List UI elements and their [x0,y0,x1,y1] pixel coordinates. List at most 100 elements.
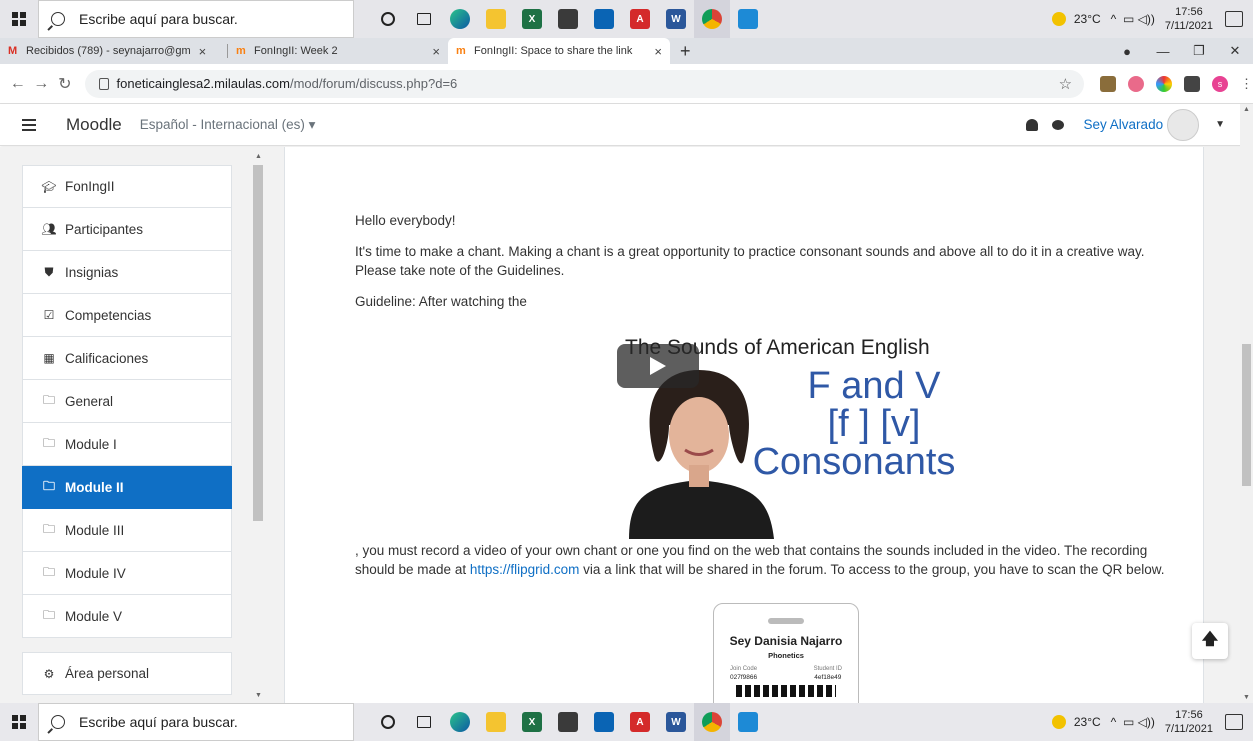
weather-widget[interactable]: 23°C [1051,715,1101,729]
drawer-item-module-3[interactable]: 🗀 Module III [22,509,232,552]
tray-icons[interactable]: ^ ▭ ◁)) [1111,715,1155,729]
avatar[interactable] [1167,108,1200,141]
profile-avatar[interactable]: s [1212,75,1229,92]
extension-icon[interactable] [1156,75,1173,92]
notification-center-icon[interactable] [1225,714,1243,730]
scroll-up-icon[interactable]: ▲ [252,153,265,160]
chrome-button[interactable] [694,703,730,741]
page-scroll-thumb[interactable] [1242,344,1251,486]
user-name[interactable]: Sey Alvarado [1084,117,1164,132]
drawer-item-badges[interactable]: ⛊ Insignias [22,251,232,294]
drawer-item-label: Module I [65,436,117,452]
drawer-item-grades[interactable]: ▦ Calificaciones [22,337,232,380]
moodle-navbar: Moodle Español - Internacional (es) ▾ Se… [0,104,1253,146]
scroll-up-icon[interactable]: ▲ [1240,106,1253,113]
cortana-icon [381,715,395,729]
menu-icon[interactable]: ⋮ [1240,76,1253,92]
drawer-item-competencies[interactable]: ☑ Competencias [22,294,232,337]
edge-button[interactable] [442,703,478,741]
acrobat-button[interactable]: A [622,703,658,741]
taskbar-search-box[interactable]: Escribe aquí para buscar. [38,0,354,38]
chat-icon[interactable] [1051,119,1064,130]
drawer-item-module-4[interactable]: 🗀 Module IV [22,552,232,595]
folder-icon [486,712,506,732]
acrobat-button[interactable]: A [622,0,658,38]
edge-button[interactable] [442,0,478,38]
tab-space-to-share[interactable]: m FonIngII: Space to share the link × [448,38,670,64]
word-button[interactable]: W [658,703,694,741]
site-brand[interactable]: Moodle [66,115,122,135]
store-button[interactable] [550,703,586,741]
mail-button[interactable] [586,703,622,741]
task-view-button[interactable] [406,0,442,38]
clock-time: 17:56 [1175,6,1203,18]
drawer-item-general[interactable]: 🗀 General [22,380,232,423]
close-tab-icon[interactable]: × [654,44,662,59]
drawer-item-module-2[interactable]: 🗀 Module II [22,466,232,509]
drawer-scroll-thumb[interactable] [253,165,263,521]
play-button[interactable] [617,344,699,388]
drawer-item-module-1[interactable]: 🗀 Module I [22,423,232,466]
hamburger-icon[interactable] [22,118,36,131]
file-explorer-button[interactable] [478,0,514,38]
start-button[interactable] [0,0,38,38]
folder-icon: 🗀 [42,521,55,536]
forward-icon[interactable]: → [30,75,54,93]
new-tab-button[interactable]: + [670,38,701,64]
extension-icon[interactable] [1100,75,1117,92]
language-menu[interactable]: Español - Internacional (es) ▾ [140,117,316,133]
clock[interactable]: 17:56 7/11/2021 [1165,5,1213,33]
puzzle-icon[interactable] [1184,75,1201,92]
scroll-down-icon[interactable]: ▼ [252,692,265,699]
chevron-down-icon[interactable]: ▼ [1215,119,1225,130]
cortana-button[interactable] [370,703,406,741]
excel-button[interactable]: X [514,703,550,741]
excel-button[interactable]: X [514,0,550,38]
page-scrollbar[interactable]: ▲ ▼ [1240,104,1253,703]
url-input[interactable]: foneticainglesa2.milaulas.com/mod/forum/… [84,69,1085,98]
drawer-item-participants[interactable]: 👥︎ Participantes [22,208,232,251]
tab-gmail[interactable]: M Recibidos (789) - seynajarro@gm × [0,38,228,64]
star-icon[interactable]: ☆ [1059,75,1072,93]
scroll-down-icon[interactable]: ▼ [1240,694,1253,701]
video-embed[interactable]: The Sounds of American English F and V [… [609,335,985,539]
photos-button[interactable] [730,703,766,741]
file-explorer-button[interactable] [478,703,514,741]
photos-button[interactable] [730,0,766,38]
notification-center-icon[interactable] [1225,11,1243,27]
moodle-icon: m [456,45,466,57]
tab-week2[interactable]: m FonIngII: Week 2 × [228,38,448,64]
tab-search-icon[interactable]: ● [1109,44,1145,59]
mail-button[interactable] [586,0,622,38]
clock[interactable]: 17:56 7/11/2021 [1165,708,1213,736]
reload-icon[interactable]: ↻ [53,74,77,94]
close-tab-icon[interactable]: × [432,44,440,59]
windows-icon [12,715,26,729]
word-icon: W [666,9,686,29]
close-window-button[interactable]: ✕ [1217,43,1253,59]
tray-icons[interactable]: ^ ▭ ◁)) [1111,12,1155,26]
restore-button[interactable]: ❐ [1181,43,1217,59]
url-host: foneticainglesa2.milaulas.com [116,76,290,91]
word-button[interactable]: W [658,0,694,38]
drawer-item-dashboard[interactable]: ⚙ Área personal [22,652,232,695]
minimize-button[interactable]: — [1145,44,1181,59]
start-button[interactable] [0,703,38,741]
bell-icon[interactable] [1025,118,1038,131]
chrome-button[interactable] [694,0,730,38]
drawer-item-course[interactable]: 🎓︎ FonIngII [22,165,232,208]
taskbar-search-box[interactable]: Escribe aquí para buscar. [38,703,354,741]
task-view-button[interactable] [406,703,442,741]
extension-icon[interactable] [1128,75,1145,92]
drawer-scrollbar[interactable]: ▲ ▼ [252,153,264,699]
weather-widget[interactable]: 23°C [1051,12,1101,26]
cortana-button[interactable] [370,0,406,38]
folder-icon: 🗀 [42,478,55,493]
close-tab-icon[interactable]: × [199,44,207,59]
back-icon[interactable]: ← [6,75,30,93]
drawer-item-module-5[interactable]: 🗀 Module V [22,595,232,638]
store-button[interactable] [550,0,586,38]
tab-strip: M Recibidos (789) - seynajarro@gm × m Fo… [0,38,1253,64]
back-to-top-button[interactable]: 🡅 [1192,623,1228,659]
flipgrid-link[interactable]: https://flipgrid.com [470,562,580,577]
